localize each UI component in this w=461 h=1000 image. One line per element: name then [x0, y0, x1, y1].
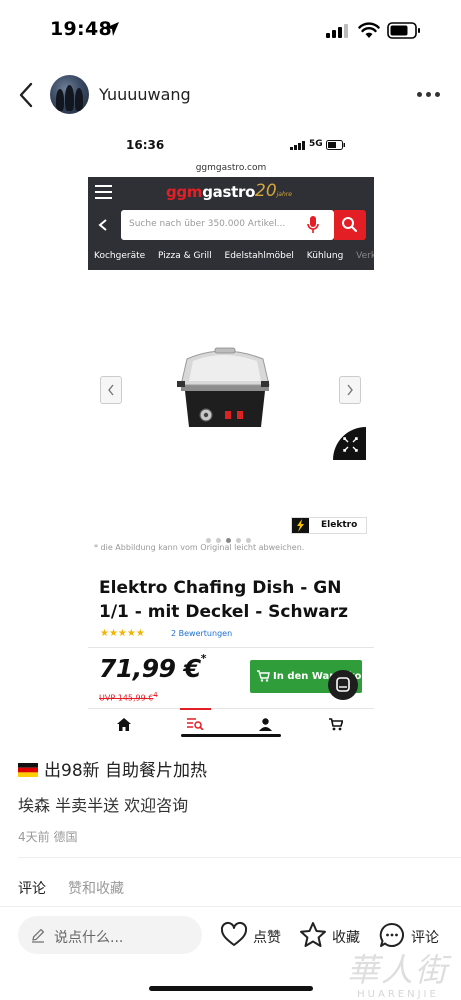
post-image[interactable]: 16:36 5G ggmgastro.com ggmgastro 20jahre…: [88, 130, 374, 745]
cart-tab-icon[interactable]: [329, 718, 343, 731]
post-title: 出98新 自助餐片加热: [18, 756, 207, 781]
category-item[interactable]: Pizza & Grill: [158, 251, 212, 261]
rating-stars: ★★★★★: [100, 628, 145, 639]
chat-icon: [336, 677, 350, 692]
expand-icon: [343, 437, 358, 452]
microphone-icon[interactable]: [307, 216, 319, 234]
wifi-icon: [358, 22, 380, 38]
comment-input[interactable]: 说点什么...: [18, 916, 202, 954]
like-button[interactable]: 点赞: [220, 921, 284, 949]
tab-likes[interactable]: 赞和收藏: [68, 878, 124, 898]
username[interactable]: Yuuuuwang: [99, 85, 191, 104]
embedded-battery-icon: [326, 140, 345, 150]
embedded-url: ggmgastro.com: [195, 163, 267, 173]
category-item[interactable]: Kühlung: [307, 251, 343, 261]
avatar[interactable]: [50, 75, 89, 114]
category-badge-label: Elektro: [321, 520, 358, 530]
embedded-home-indicator: [181, 734, 281, 737]
chevron-left-icon: [108, 384, 114, 396]
chafing-dish-product-image[interactable]: [173, 345, 273, 430]
embedded-signal-icon: [290, 141, 305, 150]
embedded-search-button[interactable]: [334, 210, 366, 240]
product-price: 71,99 €*: [99, 651, 206, 683]
post-title-text: 出98新 自助餐片加热: [44, 761, 208, 781]
lightning-icon: [292, 518, 309, 533]
ggm-logo[interactable]: ggmgastro: [166, 183, 255, 201]
battery-icon: [387, 22, 420, 39]
pencil-icon: [32, 928, 45, 943]
account-icon[interactable]: [259, 718, 272, 731]
embedded-back-icon[interactable]: [98, 219, 108, 231]
category-item[interactable]: Kochgeräte: [94, 251, 145, 261]
embedded-search-input[interactable]: Suche nach über 350.000 Artikel...: [121, 210, 334, 240]
like-label: 点赞: [253, 930, 281, 946]
star-icon: [300, 922, 326, 947]
status-bar: 19:48: [0, 0, 461, 62]
cart-icon: [257, 670, 270, 682]
heart-icon: [220, 921, 248, 946]
embedded-status-time: 16:36: [126, 138, 165, 152]
more-options-icon[interactable]: [417, 92, 441, 98]
category-item[interactable]: Verk: [356, 251, 374, 261]
post-body: 埃森 半卖半送 欢迎咨询: [18, 796, 189, 815]
reviews-link[interactable]: 2 Bewertungen: [171, 629, 232, 638]
hamburger-menu-icon[interactable]: [95, 185, 112, 199]
collect-label: 收藏: [332, 930, 360, 946]
cellular-signal-icon: [326, 24, 348, 38]
image-disclaimer: * die Abbildung kann vom Original leicht…: [94, 543, 305, 552]
search-placeholder: Suche nach über 350.000 Artikel...: [129, 219, 286, 229]
location-arrow-icon: [105, 22, 119, 36]
list-search-icon[interactable]: [187, 718, 204, 730]
category-badge: Elektro: [291, 517, 367, 534]
chat-button[interactable]: [328, 670, 358, 700]
post-meta: 4天前 德国: [18, 830, 78, 844]
comment-label: 评论: [411, 930, 439, 946]
carousel-prev-button[interactable]: [100, 376, 122, 404]
germany-flag-icon: [18, 763, 38, 777]
fullscreen-button[interactable]: [333, 427, 366, 460]
category-nav: Kochgeräte Pizza & Grill Edelstahlmöbel …: [94, 251, 374, 261]
status-time: 19:48: [50, 18, 112, 40]
ggm-header: ggmgastro 20jahre Suche nach über 350.00…: [88, 177, 374, 270]
anniversary-badge: 20jahre: [255, 181, 292, 201]
bottom-action-bar: 说点什么... 点赞 收藏 评论 華人街 HUARENJIE: [0, 907, 461, 1000]
site-watermark: 華人街 HUARENJIE: [346, 951, 449, 1000]
tab-comments[interactable]: 评论: [18, 878, 46, 898]
active-tab-indicator: [180, 708, 211, 710]
chevron-right-icon: [347, 384, 353, 396]
add-to-cart-label: In den Warenkorb: [273, 671, 374, 682]
post-header: Yuuuuwang: [0, 68, 461, 122]
carousel-next-button[interactable]: [339, 376, 361, 404]
back-chevron-icon[interactable]: [14, 80, 40, 110]
divider: [18, 857, 461, 858]
embedded-network-label: 5G: [309, 139, 323, 149]
home-icon[interactable]: [117, 718, 131, 731]
home-indicator: [149, 986, 313, 991]
divider: [88, 647, 374, 648]
uvp-price: UVP 145,99 €4: [99, 691, 158, 703]
search-icon: [342, 217, 358, 233]
comment-placeholder: 说点什么...: [54, 930, 124, 946]
category-item[interactable]: Edelstahlmöbel: [225, 251, 294, 261]
product-title: Elektro Chafing Dish - GN 1/1 - mit Deck…: [99, 578, 349, 622]
